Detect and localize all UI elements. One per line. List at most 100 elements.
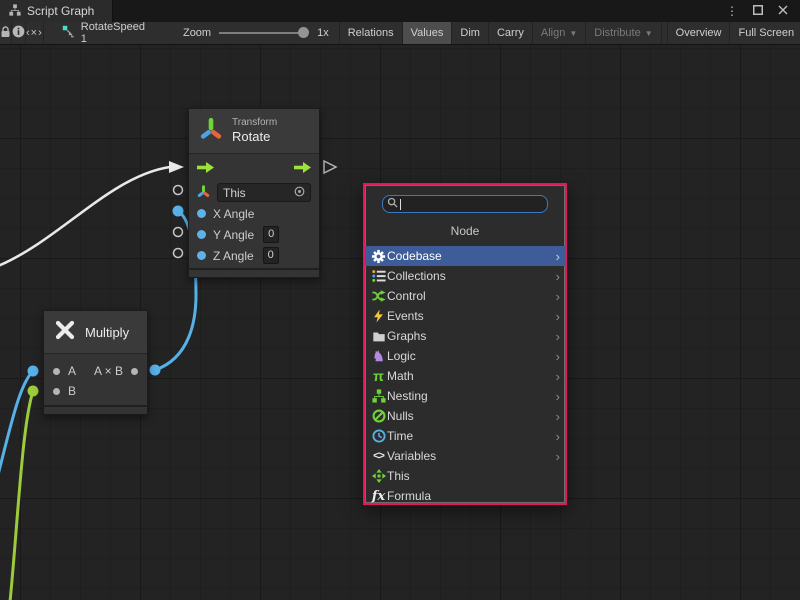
multiply-icon (54, 319, 76, 346)
chevron-right-icon: › (556, 370, 560, 383)
node-transform-rotate[interactable]: Transform Rotate This (188, 108, 320, 278)
finder-item-variables[interactable]: <>Variables› (365, 446, 565, 466)
toolbar-button-values[interactable]: Values (402, 22, 452, 44)
zoom-control: Zoom 1x (159, 22, 339, 44)
finder-item-label: Events (387, 309, 424, 323)
chevron-right-icon: › (556, 330, 560, 343)
tab-label: Script Graph (27, 4, 94, 18)
control-icon (370, 288, 387, 304)
tab-script-graph[interactable]: Script Graph (0, 0, 113, 22)
port-row-z-angle[interactable]: Z Angle0 (189, 245, 319, 266)
toolbar-button-carry[interactable]: Carry (488, 22, 532, 44)
finder-item-label: This (387, 469, 410, 483)
finder-item-graphs[interactable]: Graphs › (365, 326, 565, 346)
finder-item-nulls[interactable]: Nulls › (365, 406, 565, 426)
formula-icon: fx (370, 488, 387, 504)
node-title-label: Rotate (232, 129, 277, 145)
finder-item-label: Control (387, 289, 426, 303)
finder-item-label: Graphs (387, 329, 426, 343)
input-port-b[interactable] (53, 388, 60, 395)
text-caret (400, 199, 401, 210)
finder-item-nesting[interactable]: Nesting › (365, 386, 565, 406)
port-value-field[interactable]: 0 (263, 226, 279, 243)
info-button[interactable] (12, 22, 26, 44)
rotate-ports: X Angle Y Angle0Z Angle0 (189, 203, 319, 266)
finder-search-input[interactable] (382, 195, 548, 213)
port-label-a: A (68, 364, 76, 378)
toolbar-button-relations[interactable]: Relations (339, 22, 402, 44)
close-icon[interactable] (778, 5, 788, 17)
chevron-right-icon: › (556, 410, 560, 423)
node-multiply[interactable]: Multiply A A × B B (43, 310, 148, 415)
graphs-icon (370, 328, 387, 344)
port-row-x-angle[interactable]: X Angle (189, 203, 319, 224)
node-footer (189, 270, 319, 277)
chevron-right-icon: › (556, 270, 560, 283)
lock-icon (0, 26, 11, 41)
finder-item-math[interactable]: πMath› (365, 366, 565, 386)
port-label-output: A × B (94, 364, 123, 378)
finder-item-label: Collections (387, 269, 446, 283)
finder-item-label: Variables (387, 449, 436, 463)
logic-icon: ♞ (370, 348, 387, 364)
value-port-icon[interactable] (197, 209, 206, 218)
zoom-label: Zoom (183, 27, 211, 39)
toolbar-button-distribute[interactable]: Distribute▼ (585, 22, 660, 44)
toolbar-button-label: Values (411, 27, 444, 39)
this-field-value: This (223, 186, 246, 200)
this-object-field[interactable]: This (217, 183, 311, 202)
chevron-right-icon: › (556, 290, 560, 303)
toolbar-button-overview[interactable]: Overview (667, 22, 730, 44)
zoom-slider[interactable] (219, 22, 309, 44)
code-view-button[interactable]: ‹×› (26, 22, 44, 44)
node-multiply-header[interactable]: Multiply (44, 311, 147, 354)
chevron-right-icon: › (556, 310, 560, 323)
port-value-field[interactable]: 0 (263, 247, 279, 264)
menu-icon[interactable]: ⋮ (726, 5, 738, 17)
port-label: X Angle (213, 207, 254, 221)
finder-header: Node (365, 217, 565, 246)
value-port-icon[interactable] (197, 230, 206, 239)
graph-breadcrumb[interactable]: RotateSpeed 1 (44, 22, 159, 44)
script-graph-window: Script Graph ⋮ ‹×› (0, 0, 800, 600)
toolbar-button-label: Overview (676, 27, 722, 39)
zoom-slider-handle[interactable] (298, 27, 309, 38)
finder-item-collections[interactable]: Collections › (365, 266, 565, 286)
value-port-icon[interactable] (197, 251, 206, 260)
finder-item-time[interactable]: Time› (365, 426, 565, 446)
finder-item-logic[interactable]: ♞Logic› (365, 346, 565, 366)
node-title-label: Multiply (85, 325, 129, 340)
finder-item-codebase[interactable]: Codebase› (365, 246, 565, 266)
chevron-right-icon: › (556, 250, 560, 263)
flow-out-port[interactable] (294, 162, 311, 176)
chevron-right-icon: › (556, 450, 560, 463)
nesting-icon (370, 388, 387, 404)
lock-button[interactable] (0, 22, 12, 44)
input-port-a[interactable] (53, 368, 60, 375)
chevron-right-icon: › (556, 390, 560, 403)
flow-in-port[interactable] (197, 162, 214, 176)
toolbar-button-dim[interactable]: Dim (451, 22, 488, 44)
finder-item-control[interactable]: Control › (365, 286, 565, 306)
maximize-icon[interactable] (753, 5, 763, 17)
zoom-value-label: 1x (317, 27, 329, 39)
finder-item-label: Time (387, 429, 413, 443)
port-row-y-angle[interactable]: Y Angle0 (189, 224, 319, 245)
output-port[interactable] (131, 368, 138, 375)
tab-bar: Script Graph ⋮ (0, 0, 800, 22)
finder-item-label: Nulls (387, 409, 414, 423)
search-icon (387, 195, 398, 213)
node-rotate-header[interactable]: Transform Rotate (189, 109, 319, 154)
finder-item-label: Nesting (387, 389, 428, 403)
nulls-icon (370, 408, 387, 424)
toolbar-button-align[interactable]: Align▼ (532, 22, 585, 44)
object-picker-icon[interactable] (294, 186, 305, 200)
finder-item-label: Formula (387, 489, 431, 503)
dropdown-arrow-icon: ▼ (569, 29, 577, 38)
finder-item-this[interactable]: This (365, 466, 565, 486)
toolbar-button-full-screen[interactable]: Full Screen (729, 22, 800, 44)
finder-item-events[interactable]: Events › (365, 306, 565, 326)
node-category-label: Transform (232, 117, 277, 130)
port-label-b: B (68, 384, 76, 398)
finder-item-formula[interactable]: fxFormula (365, 486, 565, 506)
